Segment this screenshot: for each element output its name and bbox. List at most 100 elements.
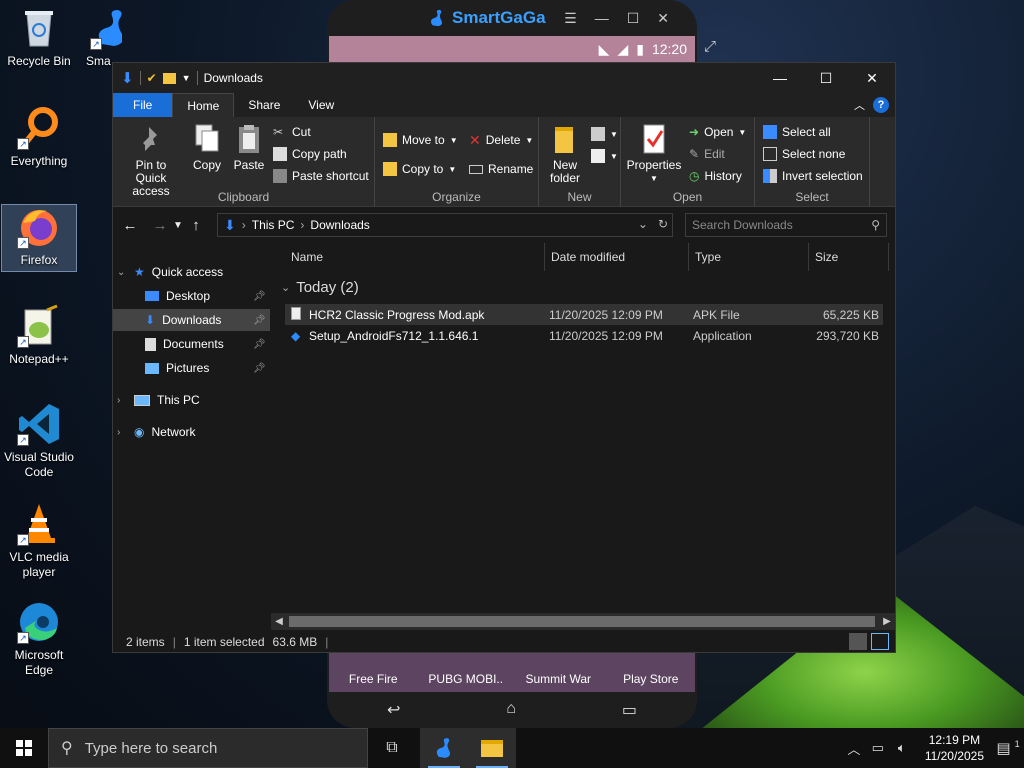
- nav-this-pc[interactable]: › This PC: [117, 389, 200, 411]
- emulator-fullscreen-icon[interactable]: ⤢: [704, 38, 716, 55]
- emulator-app-pubg[interactable]: PUBG MOBI..: [420, 652, 513, 686]
- minimize-icon[interactable]: —: [757, 63, 803, 93]
- taskbar-search-input[interactable]: ⚲ Type here to search: [48, 728, 368, 768]
- column-header-type[interactable]: Type: [689, 243, 809, 271]
- move-to-button[interactable]: Move to ▼: [383, 131, 458, 149]
- column-header-size[interactable]: Size: [809, 243, 889, 271]
- table-row[interactable]: ◆ Setup_AndroidFs712_1.1.646.1 11/20/202…: [285, 325, 883, 346]
- column-header-date[interactable]: Date modified: [545, 243, 689, 271]
- breadcrumb-this-pc[interactable]: This PC: [252, 218, 295, 232]
- help-icon[interactable]: ?: [873, 97, 889, 113]
- desktop-icon-vscode[interactable]: ↗ Visual Studio Code: [1, 402, 77, 480]
- scroll-right-icon[interactable]: ▶: [879, 613, 895, 630]
- collapse-ribbon-icon[interactable]: ︿: [854, 97, 865, 113]
- emulator-menu-icon[interactable]: ☰: [564, 10, 577, 27]
- desktop-icon-notepadpp[interactable]: ↗ Notepad++: [1, 304, 77, 367]
- taskbar-file-explorer[interactable]: [468, 728, 516, 768]
- tab-view[interactable]: View: [294, 93, 348, 117]
- delete-x-icon: ✕: [469, 131, 481, 148]
- home-icon[interactable]: ⌂: [506, 700, 516, 720]
- table-row[interactable]: HCR2 Classic Progress Mod.apk 11/20/2025…: [285, 304, 883, 325]
- task-view-button[interactable]: ⧉: [368, 728, 416, 768]
- group-header-today[interactable]: ⌄ Today (2): [281, 279, 359, 296]
- tab-home[interactable]: Home: [172, 93, 235, 117]
- scrollbar-thumb[interactable]: [289, 616, 875, 627]
- recent-locations-icon[interactable]: ▼: [171, 220, 185, 231]
- tab-file[interactable]: File: [113, 93, 173, 117]
- nav-network[interactable]: › ◉ Network: [117, 421, 196, 443]
- taskbar-smartgaga[interactable]: [420, 728, 468, 768]
- desktop-icon-everything[interactable]: ↗ Everything: [1, 106, 77, 169]
- desktop-icon-edge[interactable]: ↗ Microsoft Edge: [1, 600, 77, 678]
- copy-path-button[interactable]: Copy path: [273, 145, 347, 163]
- properties-check-icon[interactable]: ✔: [147, 71, 157, 85]
- scroll-left-icon[interactable]: ◀: [271, 613, 287, 630]
- emulator-close-icon[interactable]: ✕: [657, 10, 669, 27]
- history-button[interactable]: ◷ History: [689, 167, 742, 185]
- recents-icon[interactable]: ▭: [622, 700, 637, 720]
- select-none-button[interactable]: Select none: [763, 145, 845, 163]
- emulator-app-play-store[interactable]: Play Store: [605, 652, 698, 686]
- taskbar-clock[interactable]: 12:19 PM 11/20/2025: [917, 732, 992, 764]
- network-icon[interactable]: ▭: [869, 740, 887, 756]
- maximize-icon[interactable]: ☐: [803, 63, 849, 93]
- cut-button[interactable]: ✂ Cut: [273, 123, 311, 141]
- nav-pictures[interactable]: Pictures 📌︎: [113, 357, 270, 379]
- firefox-icon: ↗: [17, 205, 61, 249]
- nav-downloads[interactable]: ⬇ Downloads 📌︎: [113, 309, 270, 331]
- collapsed-chevron-icon[interactable]: ›: [117, 395, 127, 406]
- emulator-maximize-icon[interactable]: ☐: [627, 10, 640, 27]
- notification-center-button[interactable]: ▤ 1: [992, 739, 1024, 757]
- group-collapse-chevron-icon[interactable]: ⌄: [281, 281, 290, 294]
- delete-button[interactable]: ✕ Delete ▼: [469, 131, 533, 149]
- copy-button[interactable]: Copy: [187, 121, 227, 172]
- up-arrow-icon[interactable]: ↑: [185, 217, 207, 234]
- emulator-minimize-icon[interactable]: —: [595, 10, 609, 27]
- paste-shortcut-button[interactable]: Paste shortcut: [273, 167, 369, 185]
- qat-dropdown-icon[interactable]: ▼: [182, 73, 191, 83]
- back-icon[interactable]: ↩: [387, 700, 400, 720]
- desktop-icon-smartgaga[interactable]: ↗ Sma: [82, 6, 122, 69]
- copy-to-button[interactable]: Copy to ▼: [383, 160, 456, 178]
- select-all-button[interactable]: Select all: [763, 123, 831, 141]
- emulator-app-free-fire[interactable]: Free Fire: [327, 652, 420, 686]
- new-item-button[interactable]: ▼: [591, 125, 618, 143]
- edit-button[interactable]: ✎ Edit: [689, 145, 725, 163]
- navigation-pane: ⌄ ★ Quick access Desktop 📌︎ ⬇ Downloads …: [113, 243, 270, 631]
- nav-quick-access[interactable]: ⌄ ★ Quick access: [117, 261, 223, 283]
- search-input[interactable]: Search Downloads ⚲: [685, 213, 887, 237]
- address-bar[interactable]: ⬇ › This PC › Downloads ⌄ ↻: [217, 213, 673, 237]
- open-button[interactable]: ➜ Open ▼: [689, 123, 746, 141]
- nav-desktop[interactable]: Desktop 📌︎: [113, 285, 270, 307]
- show-hidden-icons-icon[interactable]: ︿: [845, 739, 863, 758]
- new-folder-icon[interactable]: [162, 72, 176, 84]
- volume-muted-icon[interactable]: 🔈︎: [893, 740, 911, 756]
- large-icons-view-icon[interactable]: [871, 633, 889, 650]
- nav-documents[interactable]: Documents 📌︎: [113, 333, 270, 355]
- back-arrow-icon[interactable]: ←: [119, 217, 141, 234]
- invert-selection-button[interactable]: Invert selection: [763, 167, 863, 185]
- desktop-icon-vlc[interactable]: ↗ VLC media player: [1, 502, 77, 580]
- details-view-icon[interactable]: [849, 633, 867, 650]
- application-swan-icon: ◆: [291, 328, 301, 343]
- desktop-icon-firefox[interactable]: ↗ Firefox: [1, 204, 77, 272]
- close-icon[interactable]: ✕: [849, 63, 895, 93]
- start-button[interactable]: [0, 728, 48, 768]
- forward-arrow-icon[interactable]: →: [149, 217, 171, 234]
- collapsed-chevron-icon[interactable]: ›: [117, 427, 127, 438]
- breadcrumb-downloads[interactable]: Downloads: [310, 218, 369, 232]
- column-header-name[interactable]: Name: [271, 243, 545, 271]
- refresh-icon[interactable]: ↻: [658, 217, 668, 231]
- tab-share[interactable]: Share: [234, 93, 294, 117]
- easy-access-button[interactable]: ▼: [591, 147, 618, 165]
- pin-quick-access-button[interactable]: Pin to Quick access: [119, 121, 183, 198]
- properties-button[interactable]: Properties ▼: [625, 121, 683, 185]
- emulator-app-summit-war[interactable]: Summit War: [512, 652, 605, 686]
- address-dropdown-icon[interactable]: ⌄: [638, 217, 648, 231]
- expanded-chevron-icon[interactable]: ⌄: [117, 267, 127, 278]
- rename-button[interactable]: Rename: [469, 160, 533, 178]
- new-folder-button[interactable]: New folder: [543, 121, 587, 185]
- paste-button[interactable]: Paste: [229, 121, 269, 172]
- horizontal-scrollbar[interactable]: ◀ ▶: [271, 613, 895, 630]
- desktop-icon-recycle-bin[interactable]: Recycle Bin: [1, 6, 77, 69]
